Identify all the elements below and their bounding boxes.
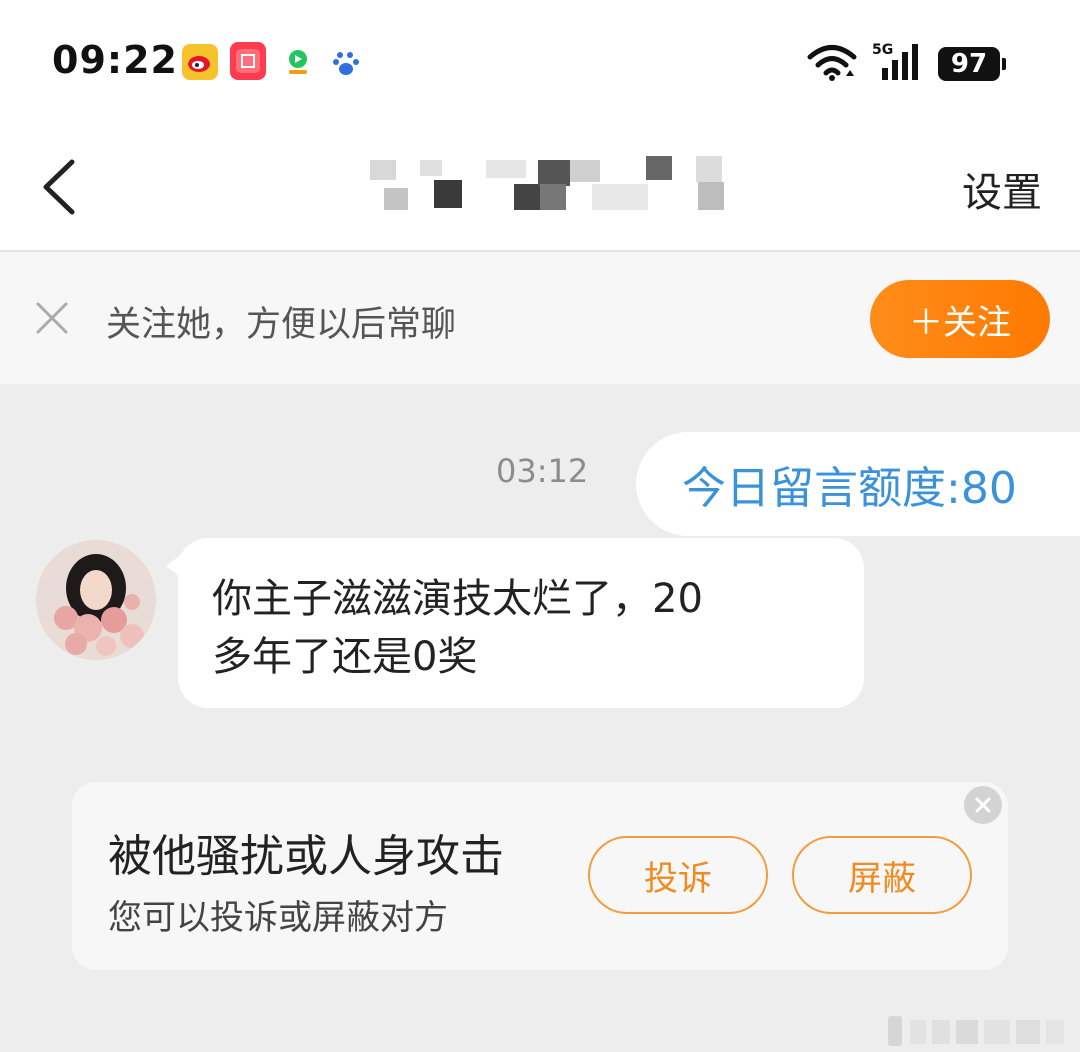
cellular-signal-icon: 5G — [872, 40, 922, 82]
chevron-left-icon — [43, 159, 75, 215]
incoming-message-bubble[interactable]: 你主子滋滋演技太烂了，20 多年了还是0奖 — [166, 538, 864, 708]
incoming-message-line: 你主子滋滋演技太烂了，20 — [212, 576, 703, 622]
avatar[interactable] — [36, 540, 156, 660]
incoming-message-line: 多年了还是0奖 — [212, 634, 478, 680]
report-card-title: 被他骚扰或人身攻击 — [108, 831, 504, 882]
message-timestamp: 03:12 — [496, 452, 589, 490]
network-type-label: 5G — [872, 42, 893, 58]
settings-button[interactable]: 设置 — [962, 160, 1042, 218]
status-time: 09:22 — [52, 38, 178, 82]
taobao-app-icon — [230, 42, 266, 80]
wifi-icon — [806, 44, 858, 82]
image-watermark — [888, 1016, 1068, 1046]
follow-prompt-text: 关注她，方便以后常聊 — [106, 305, 457, 345]
close-icon — [36, 302, 68, 334]
close-icon — [975, 797, 991, 813]
follow-button[interactable]: ＋关注 — [870, 280, 1050, 358]
outgoing-message-text: 今日留言额度:80 — [682, 463, 1017, 514]
report-card-subtitle: 您可以投诉或屏蔽对方 — [108, 898, 448, 938]
outgoing-message-bubble[interactable]: 今日留言额度:80 — [636, 432, 1080, 536]
battery-indicator: 97 — [938, 47, 1006, 81]
weibo-app-icon — [182, 44, 218, 80]
follow-banner: 关注她，方便以后常聊 ＋关注 — [0, 252, 1080, 384]
chat-header: 设置 — [0, 120, 1080, 252]
back-button[interactable] — [34, 156, 84, 218]
block-button[interactable]: 屏蔽 — [792, 836, 972, 914]
dismiss-follow-button[interactable] — [34, 300, 70, 336]
baidu-app-icon — [328, 44, 364, 80]
close-card-button[interactable] — [964, 786, 1002, 824]
contact-name-blurred — [360, 154, 730, 216]
report-harassment-card: 被他骚扰或人身攻击 您可以投诉或屏蔽对方 投诉 屏蔽 — [72, 782, 1008, 970]
video-app-icon — [280, 44, 316, 80]
status-bar: 09:22 5G 97 — [0, 0, 1080, 120]
complain-button[interactable]: 投诉 — [588, 836, 768, 914]
